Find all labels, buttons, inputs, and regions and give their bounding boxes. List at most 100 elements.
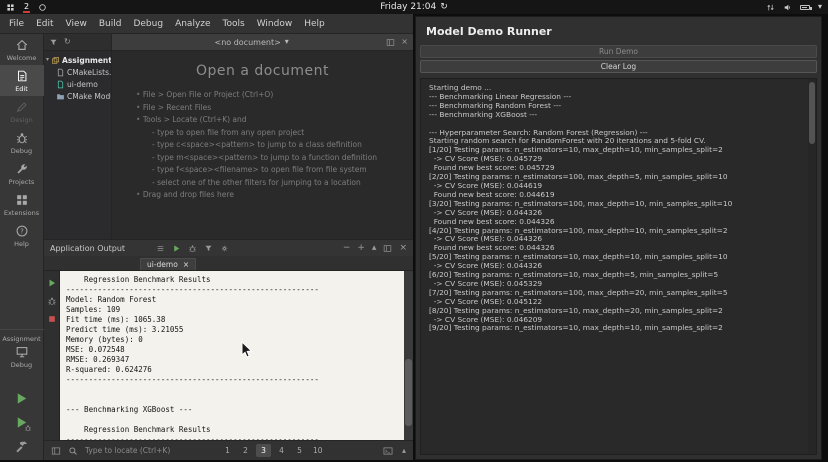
menu-help[interactable]: Help [298, 17, 331, 31]
run-button[interactable] [14, 391, 29, 406]
maximize-pane-icon[interactable]: ▴ [372, 243, 377, 253]
kit-selector[interactable]: Assignment Debug [0, 329, 44, 369]
target-file-icon [56, 80, 65, 89]
clock[interactable]: Friday 21:04 ↻ [380, 0, 448, 14]
mode-sidebar: Welcome Edit Design Debug Projects Exten… [0, 34, 44, 460]
output-filter-icon[interactable] [204, 244, 213, 253]
mode-projects[interactable]: Projects [0, 158, 44, 189]
menu-edit[interactable]: Edit [30, 17, 59, 31]
demo-log-text: Starting demo ... --- Benchmarking Linea… [429, 83, 733, 333]
wrench-icon [15, 162, 29, 176]
output-tab-ui-demo[interactable]: ui-demo × [140, 258, 197, 270]
tree-item-project[interactable]: ▾ Assignment [44, 54, 111, 66]
kit-config-label: Debug [10, 361, 33, 369]
open-document-hints: File > Open File or Project (Ctrl+O) Fil… [136, 89, 413, 202]
detach-pane-icon[interactable] [383, 244, 392, 253]
mode-welcome[interactable]: Welcome [0, 34, 44, 65]
pane-button-5[interactable]: 5 [292, 444, 307, 457]
app-menu-icon[interactable] [6, 3, 15, 12]
locator-input[interactable] [85, 446, 189, 455]
output-settings-icon[interactable] [220, 244, 229, 253]
network-traffic-icon[interactable] [766, 3, 775, 12]
mode-extensions[interactable]: Extensions [0, 189, 44, 220]
split-editor-icon[interactable] [386, 38, 395, 47]
qt-creator-window: File Edit View Build Debug Analyze Tools… [0, 14, 413, 460]
clear-log-button[interactable]: Clear Log [420, 60, 817, 73]
menu-build[interactable]: Build [93, 17, 128, 31]
record-circle-icon[interactable] [38, 3, 47, 12]
locator-search-icon [68, 446, 78, 456]
menu-debug[interactable]: Debug [127, 17, 169, 31]
pane-button-4[interactable]: 4 [274, 444, 289, 457]
close-pane-icon[interactable]: × [399, 243, 407, 253]
hint-item: File > Open File or Project (Ctrl+O) [136, 89, 413, 102]
output-pane-title: Application Output [50, 243, 126, 253]
window-title: Model Demo Runner [426, 25, 552, 38]
zoom-in-icon[interactable]: + [357, 243, 365, 253]
chevron-down-icon: ▾ [284, 37, 289, 46]
monitor-icon [14, 345, 30, 359]
tree-item-cmake-modules[interactable]: CMake Modules [44, 90, 111, 102]
mode-edit[interactable]: Edit [0, 65, 44, 96]
close-document-icon[interactable]: × [401, 38, 408, 46]
system-topbar: 2 Friday 21:04 ↻ ▾ [0, 0, 828, 14]
clock-text: Friday 21:04 [380, 2, 437, 12]
output-scrollbar-thumb[interactable] [405, 358, 412, 427]
log-scrollbar-thumb[interactable] [809, 82, 815, 144]
editor-toolbar-row: ↻ <no document> ▾ × [44, 34, 413, 51]
help-icon [15, 224, 29, 238]
pane-button-10[interactable]: 10 [310, 444, 326, 457]
pane-button-1[interactable]: 1 [220, 444, 235, 457]
home-icon [15, 38, 29, 52]
folder-icon [56, 92, 65, 101]
menu-analyze[interactable]: Analyze [169, 17, 216, 31]
sync-icon[interactable]: ↻ [64, 38, 71, 46]
cmake-file-icon [56, 68, 65, 77]
expand-chevron-icon[interactable]: ▾ [46, 57, 49, 63]
output-pane-buttons: 1 2 3 4 5 10 [220, 444, 326, 457]
edit-document-icon [15, 69, 29, 83]
rerun-icon[interactable] [172, 244, 181, 253]
output-scrollbar[interactable] [404, 271, 413, 440]
mode-debug[interactable]: Debug [0, 127, 44, 158]
tree-item-ui-demo[interactable]: ui-demo [44, 78, 111, 90]
menu-view[interactable]: View [60, 17, 93, 31]
hint-item: type f<space><filename> to open file fro… [136, 164, 413, 177]
build-button[interactable] [14, 439, 29, 454]
rerun-run-icon[interactable] [47, 278, 57, 288]
system-menu-chevron-icon[interactable]: ▾ [818, 3, 822, 11]
pane-button-3[interactable]: 3 [256, 444, 271, 457]
terminal-icon[interactable] [383, 446, 393, 456]
attach-debugger-icon[interactable] [188, 244, 197, 253]
mode-design: Design [0, 96, 44, 127]
run-demo-button[interactable]: Run Demo [420, 45, 817, 58]
open-a-document-title: Open a document [195, 63, 329, 79]
menu-window[interactable]: Window [251, 17, 299, 31]
workspace-indicator[interactable]: 2 [23, 2, 31, 13]
mode-help[interactable]: Help [0, 220, 44, 251]
word-wrap-icon[interactable] [156, 244, 165, 253]
zoom-out-icon[interactable]: − [343, 243, 351, 253]
menu-tools[interactable]: Tools [217, 17, 251, 31]
output-controls-strip [44, 271, 60, 440]
project-icon [51, 56, 60, 65]
menu-file[interactable]: File [3, 17, 30, 31]
desktop: 2 Friday 21:04 ↻ ▾ File Edit View Build … [0, 0, 828, 462]
debug-run-button[interactable] [14, 415, 29, 430]
application-output-log: Regression Benchmark Results -----------… [60, 271, 404, 440]
attach-bug-icon[interactable] [47, 296, 57, 306]
battery-icon[interactable] [799, 4, 812, 10]
volume-icon[interactable] [783, 3, 792, 12]
open-document-selector[interactable]: <no document> ▾ [215, 38, 289, 47]
close-tab-icon[interactable]: × [183, 261, 189, 269]
log-scrollbar[interactable] [808, 79, 816, 454]
expand-panel-chevron-icon[interactable]: ▴ [402, 446, 406, 455]
toggle-left-sidebar-icon[interactable] [51, 446, 61, 456]
stop-icon[interactable] [47, 314, 57, 324]
project-tree: ▾ Assignment CMakeLists.txt ui-demo [44, 51, 112, 239]
filter-icon[interactable] [49, 38, 58, 47]
model-demo-runner-window: Model Demo Runner Run Demo Clear Log Sta… [415, 16, 822, 460]
bug-icon [15, 131, 29, 145]
tree-item-cmakelists[interactable]: CMakeLists.txt [44, 66, 111, 78]
pane-button-2[interactable]: 2 [238, 444, 253, 457]
